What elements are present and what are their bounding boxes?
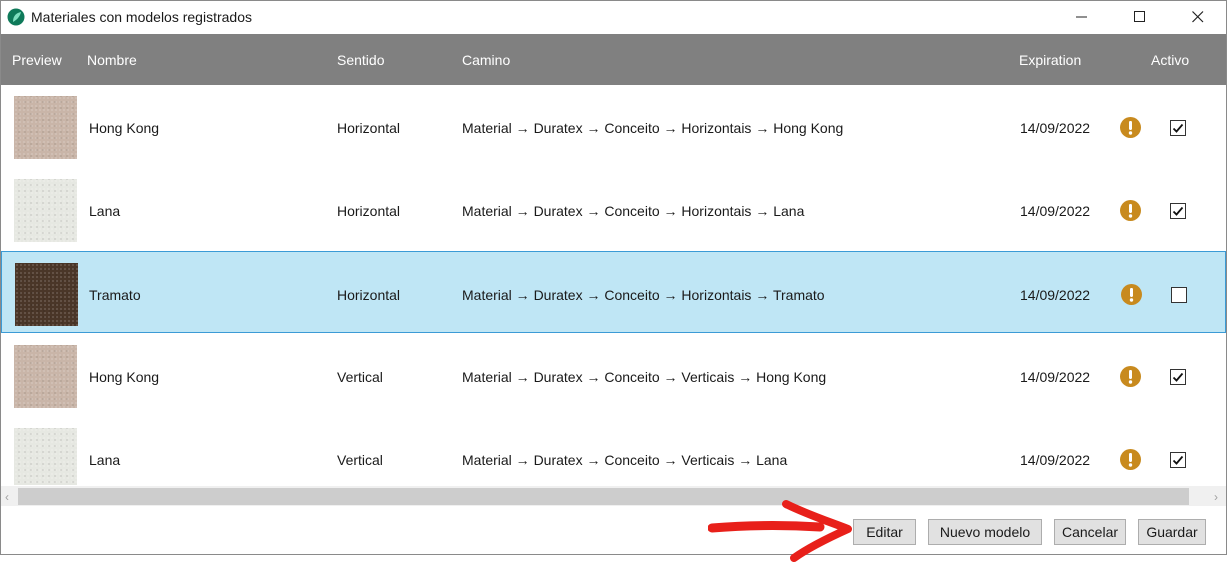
cell-expiration: 14/09/2022	[1020, 203, 1090, 219]
cell-sentido: Vertical	[337, 452, 383, 468]
cell-camino: Material → Duratex → Conceito → Horizont…	[462, 120, 843, 136]
cell-camino: Material → Duratex → Conceito → Horizont…	[462, 203, 804, 219]
scrollbar-thumb[interactable]	[18, 488, 1189, 505]
checkmark-icon	[1172, 371, 1184, 383]
cancelar-button[interactable]: Cancelar	[1054, 519, 1126, 545]
material-preview	[14, 179, 77, 242]
scroll-right-icon[interactable]: ›	[1214, 490, 1218, 504]
cell-sentido: Horizontal	[337, 203, 400, 219]
cell-sentido: Vertical	[337, 369, 383, 385]
column-header-camino[interactable]: Camino	[462, 52, 510, 68]
cell-nombre: Lana	[89, 452, 120, 468]
window-title: Materiales con modelos registrados	[31, 9, 252, 25]
checkmark-icon	[1172, 454, 1184, 466]
material-preview	[14, 428, 77, 485]
column-header-preview[interactable]: Preview	[12, 52, 62, 68]
cell-expiration: 14/09/2022	[1020, 452, 1090, 468]
cell-camino: Material → Duratex → Conceito → Verticai…	[462, 452, 787, 468]
scroll-left-icon[interactable]: ‹	[5, 490, 9, 504]
column-header-expiration[interactable]: Expiration	[1019, 52, 1081, 68]
app-logo-icon	[7, 8, 25, 26]
dialog-window: Materiales con modelos registrados Previ…	[0, 0, 1227, 555]
table-body: Hong Kong Horizontal Material → Duratex …	[1, 85, 1226, 485]
close-icon	[1192, 11, 1204, 23]
annotation-arrow-icon	[708, 498, 853, 563]
title-bar: Materiales con modelos registrados	[1, 1, 1226, 34]
cell-expiration: 14/09/2022	[1020, 287, 1090, 303]
minimize-button[interactable]	[1053, 1, 1111, 33]
maximize-button[interactable]	[1111, 1, 1169, 33]
material-preview	[15, 263, 78, 326]
cell-expiration: 14/09/2022	[1020, 120, 1090, 136]
table-row[interactable]: Hong Kong Horizontal Material → Duratex …	[1, 85, 1226, 167]
column-header-nombre[interactable]: Nombre	[87, 52, 137, 68]
activo-checkbox[interactable]	[1170, 369, 1186, 385]
maximize-icon	[1134, 11, 1146, 23]
cell-nombre: Hong Kong	[89, 369, 159, 385]
cell-sentido: Horizontal	[337, 287, 400, 303]
cell-camino: Material → Duratex → Conceito → Horizont…	[462, 287, 825, 303]
table-row[interactable]: Hong Kong Vertical Material → Duratex → …	[1, 334, 1226, 416]
cell-sentido: Horizontal	[337, 120, 400, 136]
minimize-icon	[1076, 11, 1088, 23]
material-preview	[14, 96, 77, 159]
cell-camino: Material → Duratex → Conceito → Verticai…	[462, 369, 826, 385]
column-header-sentido[interactable]: Sentido	[337, 52, 384, 68]
cell-nombre: Lana	[89, 203, 120, 219]
guardar-button[interactable]: Guardar	[1138, 519, 1206, 545]
cell-expiration: 14/09/2022	[1020, 369, 1090, 385]
material-preview	[14, 345, 77, 408]
nuevo-modelo-button[interactable]: Nuevo modelo	[928, 519, 1042, 545]
column-header-activo[interactable]: Activo	[1151, 52, 1189, 68]
activo-checkbox[interactable]	[1171, 287, 1187, 303]
warning-exclamation-icon	[1120, 117, 1141, 138]
warning-exclamation-icon	[1120, 366, 1141, 387]
warning-exclamation-icon	[1120, 449, 1141, 470]
warning-exclamation-icon	[1121, 284, 1142, 305]
table-row[interactable]: Lana Horizontal Material → Duratex → Con…	[1, 168, 1226, 250]
activo-checkbox[interactable]	[1170, 120, 1186, 136]
cell-nombre: Tramato	[89, 287, 141, 303]
horizontal-scrollbar[interactable]: ‹ ›	[1, 486, 1226, 506]
activo-checkbox[interactable]	[1170, 452, 1186, 468]
table-row[interactable]: Tramato Horizontal Material → Duratex → …	[1, 251, 1226, 333]
cell-nombre: Hong Kong	[89, 120, 159, 136]
close-button[interactable]	[1169, 1, 1227, 33]
activo-checkbox[interactable]	[1170, 203, 1186, 219]
checkmark-icon	[1172, 122, 1184, 134]
warning-exclamation-icon	[1120, 200, 1141, 221]
table-header: Preview Nombre Sentido Camino Expiration…	[1, 34, 1226, 85]
editar-button[interactable]: Editar	[853, 519, 916, 545]
checkmark-icon	[1172, 205, 1184, 217]
table-row[interactable]: Lana Vertical Material → Duratex → Conce…	[1, 417, 1226, 485]
